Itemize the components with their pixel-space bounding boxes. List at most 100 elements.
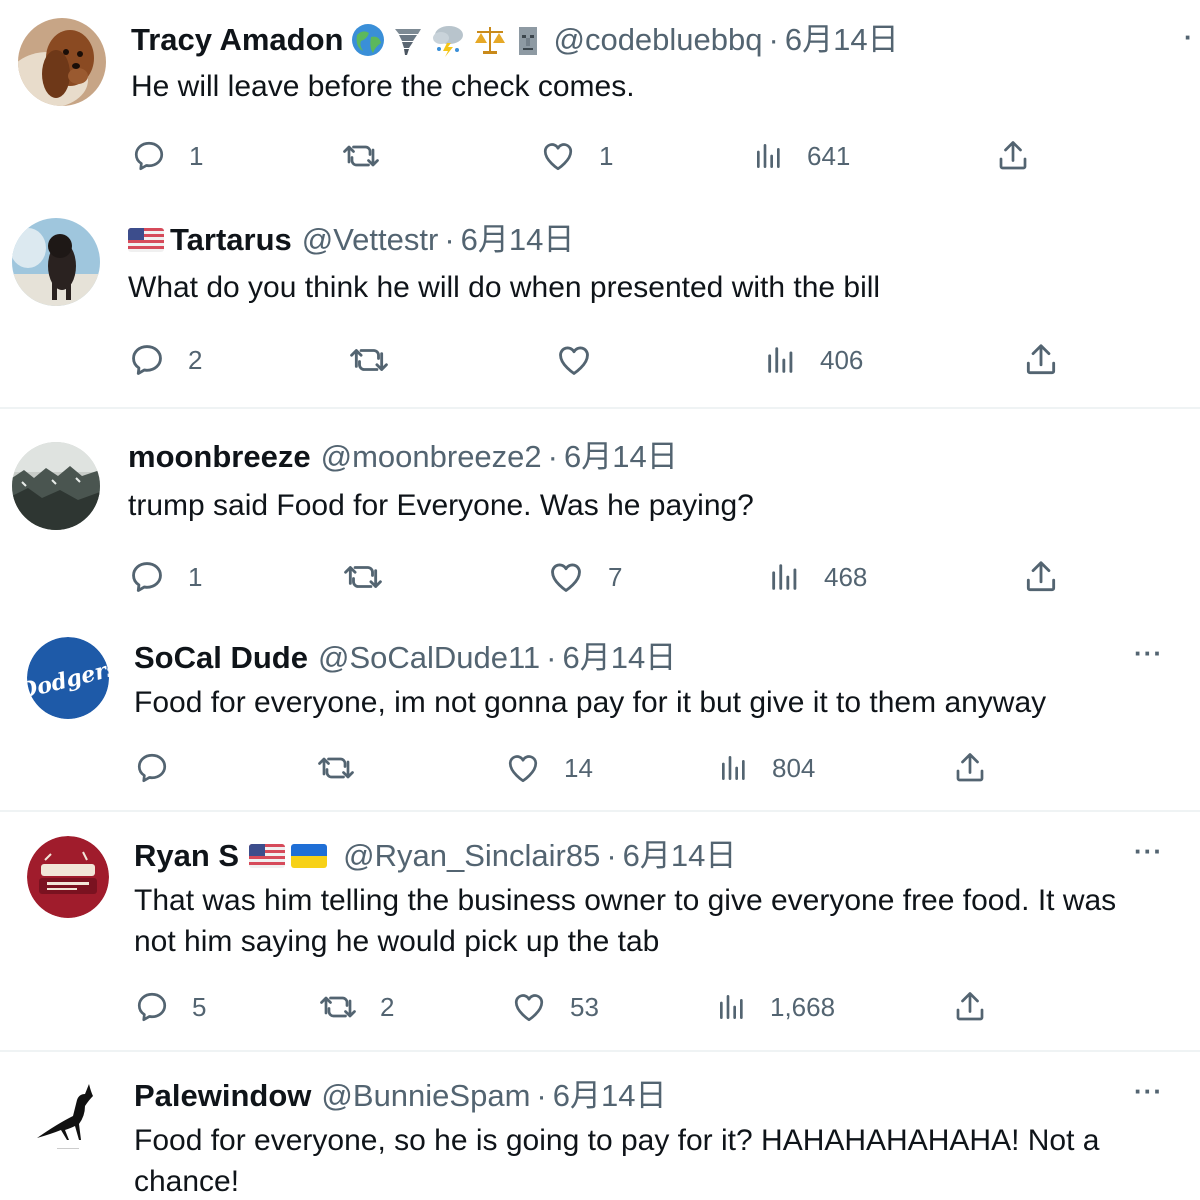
tweet-moonbreeze[interactable]: moonbreeze @moonbreeze2 · 6月14日 trump sa… bbox=[0, 410, 1200, 620]
display-name[interactable]: Tracy Amadon bbox=[131, 20, 343, 60]
display-name[interactable]: SoCal Dude bbox=[134, 638, 308, 678]
like-count: 53 bbox=[570, 991, 599, 1022]
share-button[interactable] bbox=[952, 985, 988, 1029]
like-button[interactable]: 1 bbox=[539, 134, 613, 178]
views-chart-icon bbox=[772, 564, 797, 590]
reply-icon bbox=[134, 141, 164, 171]
tweet-date[interactable]: 6月14日 bbox=[553, 1076, 667, 1116]
display-name[interactable]: Tartarus bbox=[170, 220, 292, 260]
retweet-button[interactable]: 2 bbox=[318, 985, 394, 1029]
reply-icon bbox=[137, 753, 167, 783]
views-button[interactable]: 1,668 bbox=[716, 985, 835, 1029]
tweet-actions: 1 1 641 bbox=[131, 134, 1091, 178]
avatar[interactable] bbox=[12, 442, 100, 530]
crow-icon bbox=[37, 1084, 93, 1149]
scales-icon bbox=[473, 23, 507, 57]
tweet-text-line-2: not him saying he would pick up the tab bbox=[134, 925, 660, 958]
tweet-text-line-1: Food for everyone, so he is going to pay… bbox=[134, 1124, 1100, 1157]
reply-icon bbox=[132, 345, 162, 375]
separator-dot: · bbox=[444, 222, 455, 257]
tweet-text-line-2: chance! bbox=[134, 1165, 240, 1198]
tweet-date[interactable]: 6月14日 bbox=[563, 638, 677, 678]
views-button[interactable]: 468 bbox=[768, 555, 867, 599]
share-button[interactable] bbox=[1022, 338, 1060, 382]
tweet-text: trump said Food for Everyone. Was he pay… bbox=[128, 489, 754, 522]
heart-icon bbox=[543, 143, 573, 171]
reply-button[interactable]: 1 bbox=[128, 555, 202, 599]
tweet-palewindow[interactable]: Palewindow @BunnieSpam · 6月14日 ··· Food … bbox=[0, 1052, 1200, 1200]
more-options-icon[interactable]: ··· bbox=[1134, 638, 1163, 669]
heart-icon bbox=[508, 755, 538, 783]
tornado-icon bbox=[391, 23, 425, 57]
reply-count: 1 bbox=[189, 140, 204, 171]
views-chart-icon bbox=[722, 756, 745, 780]
user-handle[interactable]: @Ryan_Sinclair85 bbox=[343, 836, 600, 876]
like-button[interactable] bbox=[554, 338, 616, 382]
display-name[interactable]: moonbreeze bbox=[128, 437, 311, 477]
like-button[interactable]: 14 bbox=[504, 746, 593, 790]
avatar[interactable]: Dodgers bbox=[27, 637, 109, 719]
tweet-text: What do you think he will do when presen… bbox=[128, 271, 881, 304]
avatar[interactable] bbox=[12, 218, 100, 306]
tweet-ryan-s[interactable]: Ryan S @Ryan_Sinclair85 · 6月14日 ··· That… bbox=[0, 812, 1200, 1050]
user-handle[interactable]: @codebluebbq bbox=[553, 20, 762, 60]
share-button[interactable] bbox=[952, 746, 988, 790]
tweet-divider bbox=[0, 407, 1200, 409]
reply-count: 1 bbox=[188, 561, 203, 592]
retweet-icon bbox=[350, 349, 388, 371]
reply-button[interactable]: 5 bbox=[134, 985, 206, 1029]
more-options-icon[interactable]: ··· bbox=[1134, 1076, 1163, 1107]
tweet-tartarus[interactable]: Tartarus @Vettestr · 6月14日 What do you t… bbox=[0, 200, 1200, 408]
display-name[interactable]: Ryan S bbox=[134, 836, 239, 876]
tweet-date[interactable]: 6月14日 bbox=[461, 220, 575, 260]
tweet-socal-dude[interactable]: Dodgers SoCal Dude @SoCalDude11 · 6月14日 … bbox=[0, 620, 1200, 810]
share-button[interactable] bbox=[1022, 555, 1060, 599]
separator-dot: · bbox=[768, 22, 779, 57]
views-count: 468 bbox=[824, 561, 868, 592]
share-button[interactable] bbox=[995, 134, 1031, 178]
retweet-button[interactable] bbox=[342, 555, 406, 599]
retweet-icon bbox=[343, 145, 379, 167]
tweet-date[interactable]: 6月14日 bbox=[564, 437, 678, 477]
share-icon bbox=[1026, 561, 1056, 592]
tweet-text: He will leave before the check comes. bbox=[131, 70, 635, 103]
like-button[interactable]: 7 bbox=[546, 555, 622, 599]
more-options-icon[interactable]: ··· bbox=[1134, 836, 1163, 867]
views-button[interactable]: 804 bbox=[718, 746, 815, 790]
user-handle[interactable]: @SoCalDude11 bbox=[318, 638, 540, 678]
separator-dot: · bbox=[546, 640, 557, 675]
tweet-tracy-amadon[interactable]: Tracy Amadon @codebluebbq · 6月14日 · He w… bbox=[0, 0, 1200, 200]
share-icon bbox=[956, 753, 984, 782]
avatar[interactable] bbox=[27, 836, 109, 918]
tweet-date[interactable]: 6月14日 bbox=[785, 20, 899, 60]
share-icon bbox=[956, 992, 984, 1021]
display-name[interactable]: Palewindow bbox=[134, 1076, 311, 1116]
views-button[interactable]: 406 bbox=[764, 338, 863, 382]
avatar[interactable] bbox=[18, 18, 106, 106]
user-handle[interactable]: @BunnieSpam bbox=[321, 1076, 530, 1116]
tweet-header: Palewindow @BunnieSpam · 6月14日 bbox=[134, 1076, 666, 1116]
moai-icon bbox=[513, 23, 543, 57]
reply-icon bbox=[137, 992, 167, 1022]
retweet-button[interactable] bbox=[341, 134, 403, 178]
like-count: 7 bbox=[608, 561, 623, 592]
tweet-header: Tracy Amadon @codebluebbq · 6月14日 bbox=[131, 20, 899, 60]
reply-button[interactable] bbox=[134, 746, 192, 790]
more-options-icon[interactable]: · bbox=[1184, 22, 1194, 53]
reply-button[interactable]: 2 bbox=[128, 338, 202, 382]
reply-button[interactable]: 1 bbox=[131, 134, 203, 178]
tweet-text-line-1: That was him telling the business owner … bbox=[134, 884, 1117, 917]
like-count: 1 bbox=[599, 140, 614, 171]
user-handle[interactable]: @Vettestr bbox=[302, 220, 439, 260]
like-button[interactable]: 53 bbox=[510, 985, 599, 1029]
tweet-text: Food for everyone, so he is going to pay… bbox=[134, 1120, 1099, 1200]
tweet-date[interactable]: 6月14日 bbox=[623, 836, 737, 876]
retweet-button[interactable] bbox=[348, 338, 412, 382]
views-count: 406 bbox=[820, 344, 864, 375]
views-button[interactable]: 641 bbox=[753, 134, 850, 178]
retweet-button[interactable] bbox=[316, 746, 378, 790]
separator-dot: · bbox=[536, 1078, 547, 1113]
avatar[interactable] bbox=[27, 1076, 109, 1158]
user-handle[interactable]: @moonbreeze2 bbox=[321, 437, 542, 477]
us-flag-icon bbox=[128, 228, 164, 252]
